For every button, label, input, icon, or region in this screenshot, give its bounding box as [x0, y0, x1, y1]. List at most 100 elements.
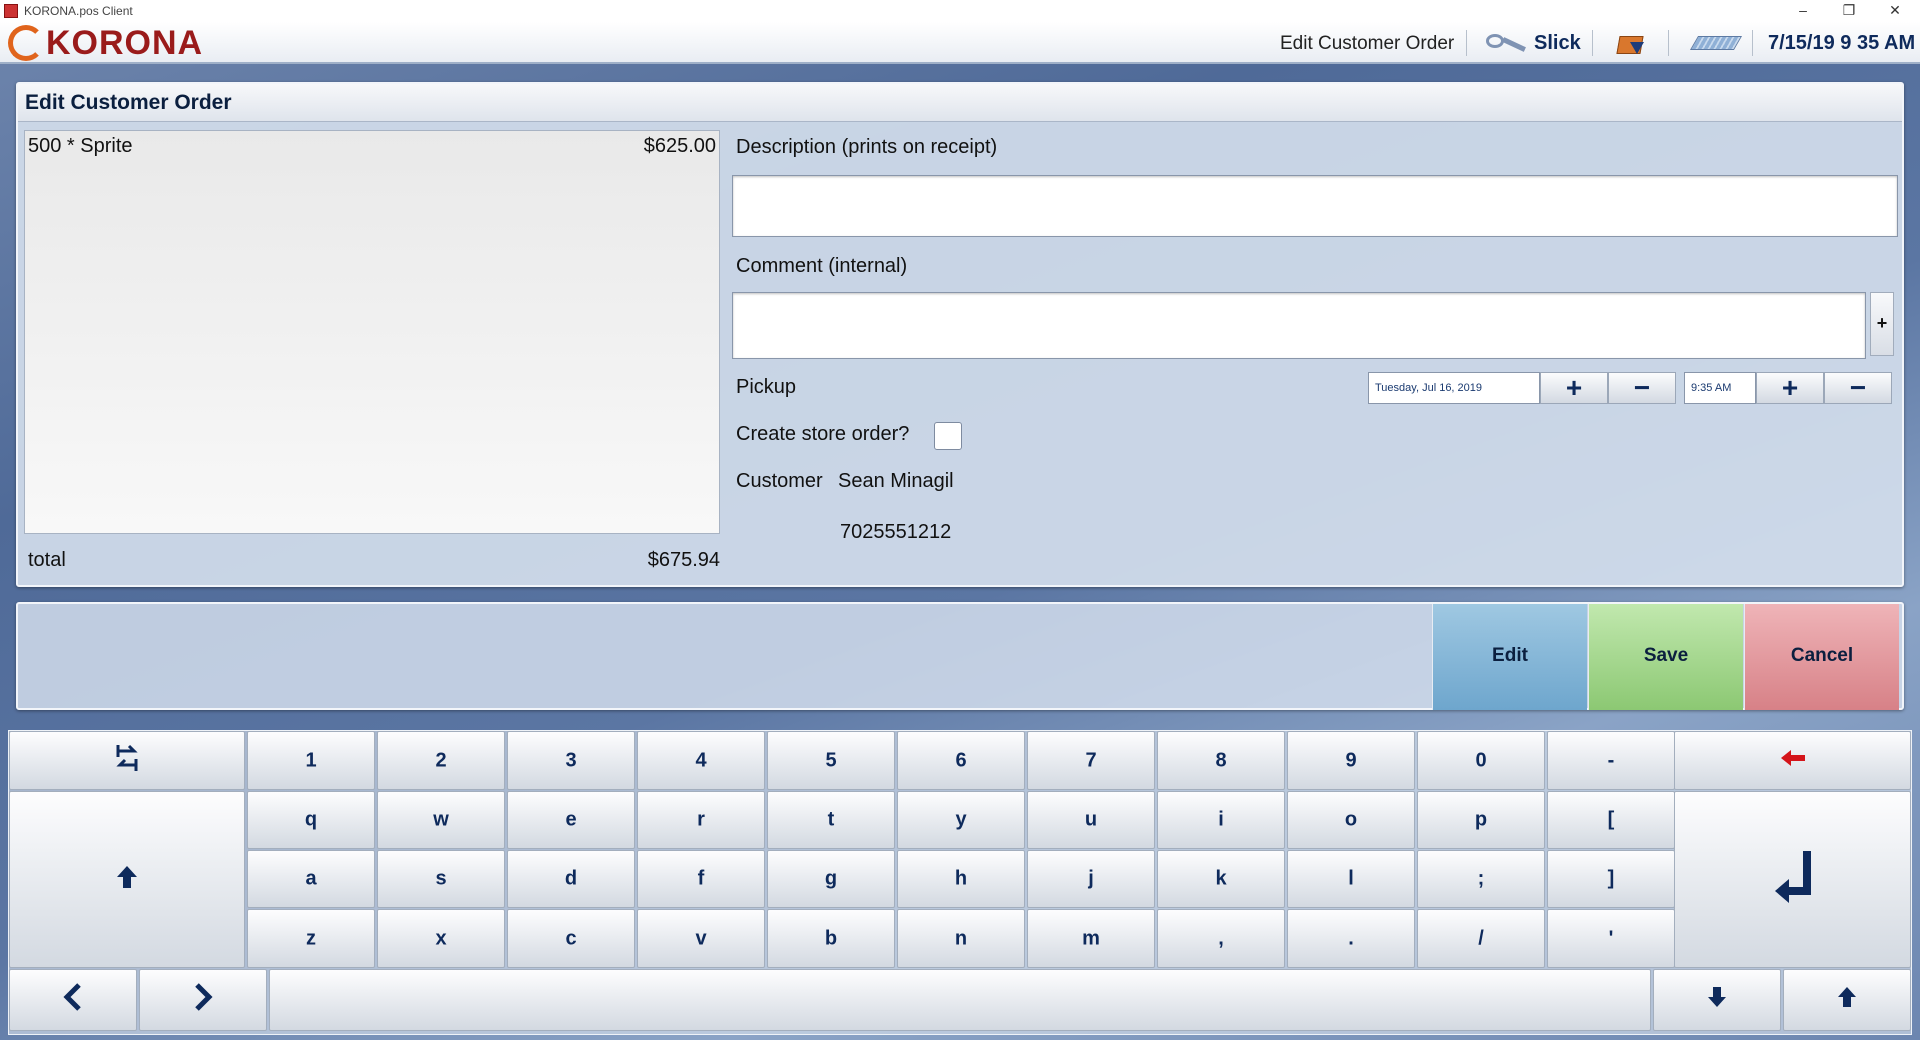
cursor-left-key[interactable] [9, 969, 137, 1031]
key-label: y [955, 808, 967, 831]
key-row1-3[interactable]: 4 [637, 731, 765, 790]
key-label: 5 [825, 749, 837, 771]
key-row2-6[interactable]: u [1027, 791, 1155, 849]
header-divider [1592, 30, 1593, 56]
app-header: KORONA Edit Customer Order Slick 7/15/19… [0, 22, 1920, 64]
key-row3-7[interactable]: k [1157, 850, 1285, 908]
key-row4-8[interactable]: . [1287, 909, 1415, 968]
key-row4-9[interactable]: / [1417, 909, 1545, 968]
key-row2-3[interactable]: r [637, 791, 765, 849]
key-row4-10[interactable]: ' [1547, 909, 1675, 968]
space-key[interactable] [269, 969, 1651, 1031]
key-row4-7[interactable]: , [1157, 909, 1285, 968]
list-item[interactable]: 500 * Sprite $625.00 [25, 133, 719, 161]
keyboard-icon[interactable] [1689, 32, 1743, 56]
pickup-date-field[interactable]: Tuesday, Jul 16, 2019 [1368, 372, 1540, 404]
enter-key[interactable] [1674, 791, 1911, 968]
store-order-checkbox[interactable] [934, 422, 962, 450]
window-title: KORONA.pos Client [24, 4, 133, 18]
key-row3-0[interactable]: a [247, 850, 375, 908]
onscreen-keyboard: 1 2 3 4 5 6 7 8 9 0 - q w e r t y u i o p [ a s d f g h j k l;] z x c v b n m… [8, 730, 1912, 1035]
backspace-key[interactable] [1674, 731, 1911, 790]
order-item-list[interactable]: 500 * Sprite $625.00 [24, 130, 720, 534]
notification-icon[interactable] [1614, 30, 1650, 58]
key-row3-5[interactable]: h [897, 850, 1025, 908]
key-label: k [1215, 867, 1227, 890]
key-row2-7[interactable]: i [1157, 791, 1285, 849]
key-row1-8[interactable]: 9 [1287, 731, 1415, 790]
key-row3-4[interactable]: g [767, 850, 895, 908]
key-row1-10[interactable]: - [1547, 731, 1675, 790]
key-label: 7 [1085, 749, 1097, 771]
key-label: 9 [1345, 749, 1357, 771]
close-button[interactable]: ✕ [1872, 0, 1918, 22]
key-row2-4[interactable]: t [767, 791, 895, 849]
key-label: o [1344, 808, 1358, 831]
key-row4-3[interactable]: v [637, 909, 765, 968]
key-row2-10[interactable]: [ [1547, 791, 1675, 849]
key-icon [1484, 32, 1530, 54]
pickup-date-minus-button[interactable]: − [1608, 372, 1676, 404]
cancel-button[interactable]: Cancel [1744, 604, 1899, 710]
key-label: d [564, 867, 578, 890]
key-row2-5[interactable]: y [897, 791, 1025, 849]
arrow-up-key[interactable] [1783, 969, 1911, 1031]
key-row2-8[interactable]: o [1287, 791, 1415, 849]
key-label: x [435, 927, 447, 949]
key-row2-1[interactable]: w [377, 791, 505, 849]
minimize-button[interactable]: – [1780, 0, 1826, 22]
key-row4-0[interactable]: z [247, 909, 375, 968]
pickup-date-plus-button[interactable]: + [1540, 372, 1608, 404]
shift-key[interactable] [9, 791, 245, 968]
edit-button[interactable]: Edit [1432, 604, 1587, 710]
key-row3-3[interactable]: f [637, 850, 765, 908]
key-row4-1[interactable]: x [377, 909, 505, 968]
key-row3-10[interactable]: ] [1547, 850, 1675, 908]
key-row4-5[interactable]: n [897, 909, 1025, 968]
customer-phone: 7025551212 [840, 521, 952, 543]
shift-up-arrow-icon [10, 865, 244, 895]
key-label: 8 [1215, 749, 1227, 771]
comment-label: Comment (internal) [736, 255, 908, 277]
key-row2-9[interactable]: p [1417, 791, 1545, 849]
key-row1-1[interactable]: 2 [377, 731, 505, 790]
screen-title: Edit Customer Order [1280, 33, 1455, 54]
key-row3-8[interactable]: l [1287, 850, 1415, 908]
pickup-time-minus-button[interactable]: − [1824, 372, 1892, 404]
save-button[interactable]: Save [1588, 604, 1743, 710]
key-row3-2[interactable]: d [507, 850, 635, 908]
restore-button[interactable]: ❐ [1826, 0, 1872, 22]
arrow-up-icon [1784, 986, 1910, 1014]
action-bar: Edit Save Cancel [16, 602, 1904, 710]
key-label: n [954, 927, 968, 949]
key-row3-9[interactable]: ; [1417, 850, 1545, 908]
description-input[interactable] [732, 175, 1898, 237]
key-label: ; [1477, 867, 1485, 890]
cursor-right-key[interactable] [139, 969, 267, 1031]
comment-input[interactable] [732, 292, 1866, 359]
tab-key[interactable] [9, 731, 245, 790]
key-row1-0[interactable]: 1 [247, 731, 375, 790]
description-label: Description (prints on receipt) [736, 136, 998, 158]
key-row4-2[interactable]: c [507, 909, 635, 968]
comment-expand-button[interactable]: + [1870, 292, 1894, 356]
key-row1-5[interactable]: 6 [897, 731, 1025, 790]
key-row4-4[interactable]: b [767, 909, 895, 968]
pickup-time-plus-button[interactable]: + [1756, 372, 1824, 404]
arrow-down-key[interactable] [1653, 969, 1781, 1031]
key-row3-1[interactable]: s [377, 850, 505, 908]
key-row3-6[interactable]: j [1027, 850, 1155, 908]
key-row4-6[interactable]: m [1027, 909, 1155, 968]
key-row1-4[interactable]: 5 [767, 731, 895, 790]
key-label: 2 [435, 749, 447, 771]
panel-title: Edit Customer Order [18, 84, 1902, 122]
key-row1-9[interactable]: 0 [1417, 731, 1545, 790]
user-button[interactable]: Slick [1484, 28, 1581, 58]
pickup-time-field[interactable]: 9:35 AM [1684, 372, 1756, 404]
key-label: p [1474, 808, 1488, 831]
key-row1-2[interactable]: 3 [507, 731, 635, 790]
key-row2-2[interactable]: e [507, 791, 635, 849]
key-row2-0[interactable]: q [247, 791, 375, 849]
key-row1-6[interactable]: 7 [1027, 731, 1155, 790]
key-row1-7[interactable]: 8 [1157, 731, 1285, 790]
